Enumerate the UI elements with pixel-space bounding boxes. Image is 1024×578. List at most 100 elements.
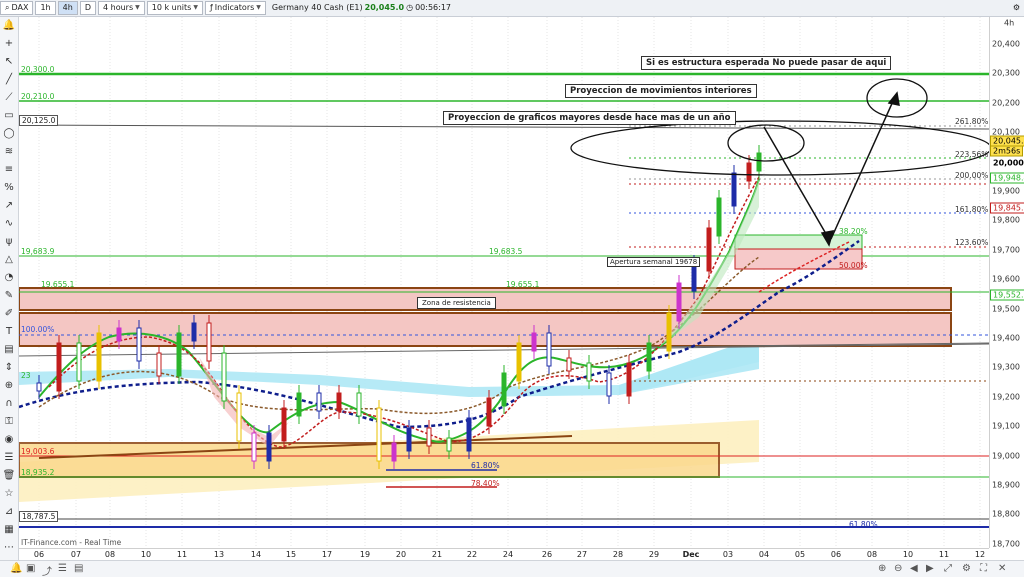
candle-body bbox=[501, 372, 507, 407]
timeframe-d[interactable]: D bbox=[79, 1, 96, 15]
zoom-out-icon[interactable]: ⊖ bbox=[894, 563, 902, 574]
brush-icon[interactable]: ✎ bbox=[2, 289, 16, 303]
trash-icon[interactable]: 🗑 bbox=[2, 469, 16, 483]
time-axis-label: 22 bbox=[466, 550, 478, 559]
camera-icon[interactable]: ▣ bbox=[26, 563, 35, 574]
layers-icon[interactable]: ☰ bbox=[2, 451, 16, 465]
time-axis-label: 12 bbox=[974, 550, 986, 559]
annotation-resistance-zone[interactable]: Zona de resistencia bbox=[417, 297, 496, 309]
zoom-in-icon[interactable]: ⊕ bbox=[878, 563, 886, 574]
grid-icon[interactable]: ▦ bbox=[2, 523, 16, 537]
label-18787: 18,787.5 bbox=[19, 511, 59, 522]
data-source: IT-Finance.com - Real Time bbox=[21, 538, 122, 547]
time-axis-label: 20 bbox=[395, 550, 407, 559]
interval-select[interactable]: 4 hours ▼ bbox=[97, 1, 145, 15]
candle-body bbox=[566, 357, 572, 372]
instrument-selector[interactable]: ⌕ DAX bbox=[0, 1, 34, 15]
chart-icon[interactable]: ▤ bbox=[74, 563, 83, 574]
lock-icon[interactable]: ⚿ bbox=[2, 415, 16, 429]
candle-body bbox=[391, 442, 397, 462]
candle-body bbox=[666, 312, 672, 352]
chart-canvas bbox=[18, 17, 992, 548]
axis-label: 19,700 bbox=[992, 245, 1020, 255]
candle-body bbox=[706, 227, 712, 272]
label-18935: 18,935.2 bbox=[21, 468, 55, 477]
candle-body bbox=[756, 152, 762, 172]
fib-123: 123.60% bbox=[955, 238, 989, 247]
label-20300: 20,300.0 bbox=[21, 65, 55, 74]
pitchfork-icon[interactable]: ψ bbox=[2, 235, 16, 249]
fit-icon[interactable]: ⤢ bbox=[944, 563, 952, 574]
candle-body bbox=[176, 332, 182, 377]
marker-icon[interactable]: ✐ bbox=[2, 307, 16, 321]
time-axis-label: 19 bbox=[359, 550, 371, 559]
annotation-weekly-open[interactable]: Apertura semanal 19678 bbox=[607, 257, 701, 267]
label-19683-mid: 19,683.5 bbox=[489, 247, 523, 256]
time-axis-label: 08 bbox=[866, 550, 878, 559]
bottom-toolbar: 🔔 ▣ ⤴ ☰ ▤ ⊕ ⊖ ◀ ▶ ⤢ ⚙ ⛶ ✕ bbox=[0, 560, 1024, 578]
price-chart[interactable]: Si es estructura esperada No puede pasar… bbox=[18, 17, 992, 548]
more-icon[interactable]: ⋯ bbox=[2, 541, 16, 555]
units-select[interactable]: 10 k units ▼ bbox=[146, 1, 203, 15]
ruler-icon[interactable]: ⊿ bbox=[2, 505, 16, 519]
chevron-down-icon: ▼ bbox=[135, 4, 140, 11]
forward-icon[interactable]: ▶ bbox=[926, 563, 934, 574]
settings-icon[interactable]: ⚙ bbox=[962, 563, 971, 574]
star-icon[interactable]: ☆ bbox=[2, 487, 16, 501]
close-icon[interactable]: ✕ bbox=[998, 563, 1006, 574]
channel-icon[interactable]: ≋ bbox=[2, 145, 16, 159]
settings-button[interactable]: ⚙ bbox=[1009, 2, 1024, 14]
trend-line-icon[interactable]: ⟋ bbox=[2, 91, 16, 105]
arrow-icon[interactable]: ↗ bbox=[2, 199, 16, 213]
time-axis-label: 17 bbox=[321, 550, 333, 559]
wave-icon[interactable]: ∿ bbox=[2, 217, 16, 231]
candle-body bbox=[486, 397, 492, 427]
annotation-internal-moves[interactable]: Proyeccion de movimientos interiores bbox=[565, 84, 757, 98]
time-axis-label: 13 bbox=[213, 550, 225, 559]
label-20125: 20,125.0 bbox=[19, 115, 59, 126]
price-axis[interactable]: 4h 20,40020,30020,20020,10020,00019,9001… bbox=[989, 17, 1024, 548]
crosshair-icon[interactable]: + bbox=[2, 37, 16, 51]
indicators-button[interactable]: ƒ Indicators ▼ bbox=[204, 1, 266, 15]
eye-icon[interactable]: ◉ bbox=[2, 433, 16, 447]
bell-icon[interactable]: 🔔 bbox=[2, 19, 16, 33]
time-axis-label: 07 bbox=[70, 550, 82, 559]
timeframe-1h[interactable]: 1h bbox=[35, 1, 56, 15]
annotation-max-level[interactable]: Si es estructura esperada No puede pasar… bbox=[641, 56, 892, 70]
drawing-toolbar: 🔔 + ↖ ╱ ⟋ ▭ ◯ ≋ ≡ % ↗ ∿ ψ △ ◔ ✎ ✐ T ▤ ⇕ … bbox=[0, 17, 19, 576]
text-icon[interactable]: T bbox=[2, 325, 16, 339]
percent-icon[interactable]: % bbox=[2, 181, 16, 195]
expand-icon[interactable]: ⛶ bbox=[980, 563, 987, 574]
axis-label: 19,000 bbox=[992, 451, 1020, 461]
time-axis-label: Dec bbox=[682, 550, 700, 559]
rectangle-icon[interactable]: ▭ bbox=[2, 109, 16, 123]
price-19845-tag: 19,845.2 bbox=[990, 202, 1024, 214]
bell-icon[interactable]: 🔔 bbox=[10, 563, 22, 574]
shape-icon[interactable]: △ bbox=[2, 253, 16, 267]
level-20125 bbox=[18, 124, 990, 130]
pointer-icon[interactable]: ↖ bbox=[2, 55, 16, 69]
axis-label: 18,900 bbox=[992, 480, 1020, 490]
time-axis-label: 27 bbox=[576, 550, 588, 559]
ellipse-icon[interactable]: ◯ bbox=[2, 127, 16, 141]
zoom-icon[interactable]: ⊕ bbox=[2, 379, 16, 393]
list-icon[interactable]: ☰ bbox=[58, 563, 67, 574]
magnet-icon[interactable]: ∩ bbox=[2, 397, 16, 411]
timeframe-4h[interactable]: 4h bbox=[57, 1, 78, 15]
clock-icon: ◷ bbox=[406, 3, 414, 12]
measure-icon[interactable]: ⇕ bbox=[2, 361, 16, 375]
back-icon[interactable]: ◀ bbox=[910, 563, 918, 574]
time-axis-label: 06 bbox=[830, 550, 842, 559]
annotation-major-charts[interactable]: Proyeccion de graficos mayores desde hac… bbox=[443, 111, 736, 125]
candle-body bbox=[731, 172, 737, 207]
line-icon[interactable]: ╱ bbox=[2, 73, 16, 87]
time-axis-label: 11 bbox=[176, 550, 188, 559]
cycle-icon[interactable]: ◔ bbox=[2, 271, 16, 285]
time-axis-label: 11 bbox=[938, 550, 950, 559]
candle-body bbox=[336, 392, 342, 412]
fib-icon[interactable]: ≡ bbox=[2, 163, 16, 177]
axis-label: 19,300 bbox=[992, 362, 1020, 372]
note-icon[interactable]: ▤ bbox=[2, 343, 16, 357]
time-axis-label: 08 bbox=[104, 550, 116, 559]
time-axis-label: 21 bbox=[431, 550, 443, 559]
